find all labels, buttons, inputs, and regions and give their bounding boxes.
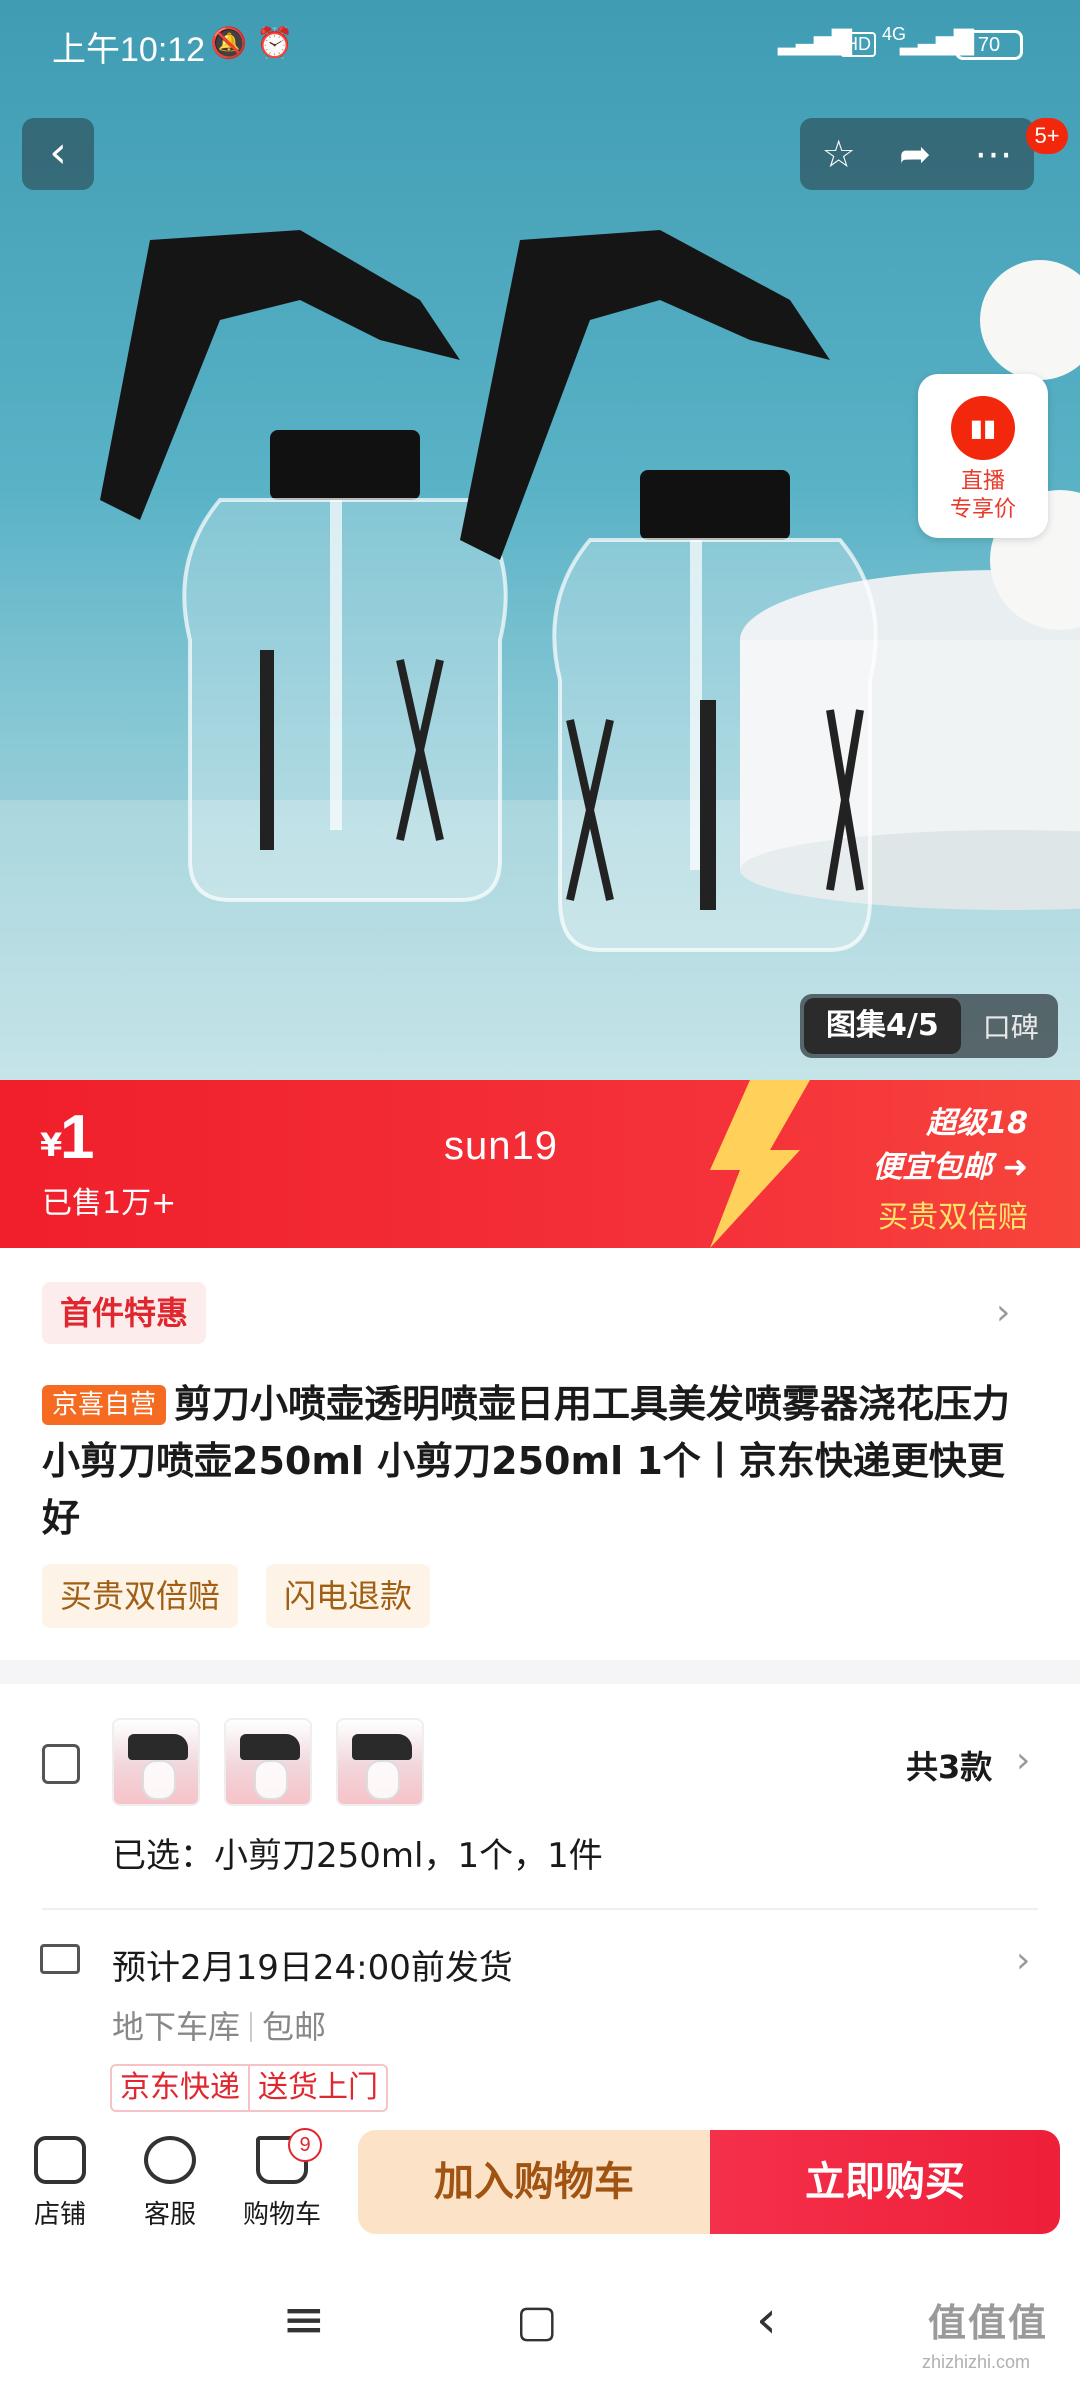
alarm-icon: ⏰ — [256, 26, 294, 61]
favorite-star-icon[interactable]: ☆ — [822, 132, 856, 176]
variant-thumbnail[interactable] — [336, 1718, 424, 1806]
hd-label: HD — [840, 32, 876, 57]
gallery-indicator[interactable]: 图集4/5 — [804, 998, 961, 1054]
delivery-tags: 京东快递 送货上门 — [110, 2064, 388, 2112]
divider — [42, 1908, 1038, 1910]
sold-count: 已售1万+ — [42, 1186, 177, 1221]
store-icon — [34, 2136, 86, 2184]
home-icon[interactable]: ▢ — [516, 2296, 558, 2347]
chat-smile-icon — [144, 2136, 196, 2184]
message-badge: 5+ — [1026, 118, 1068, 154]
back-button[interactable]: ‹ — [22, 118, 94, 190]
shipping-estimate[interactable]: 预计2月19日24:00前发货 — [112, 1940, 513, 1989]
variant-thumbnail[interactable] — [112, 1718, 200, 1806]
product-image-gallery[interactable]: 上午10:12 🔕 ⏰ ▂▃▅▇ HD 4G ▂▃▅▇ 70 ‹ ☆ ➦ ⋯ 5… — [0, 0, 1080, 1080]
jd-express-tag: 京东快递 — [120, 2070, 240, 2105]
cart-count-badge: 9 — [288, 2128, 322, 2162]
watermark-logo: 值值值 — [928, 2301, 1049, 2345]
customer-service-button[interactable]: 客服 — [120, 2136, 220, 2231]
live-label: 直播 — [960, 469, 1005, 494]
chevron-right-circle-icon: ➜ — [1002, 1150, 1028, 1185]
first-item-offer-badge[interactable]: 首件特惠 — [42, 1282, 207, 1344]
currency-symbol: ¥ — [40, 1126, 63, 1164]
product-title-text: 剪刀小喷壶透明喷壶日用工具美发喷雾器浇花压力小剪刀喷壶250ml 小剪刀250m… — [42, 1382, 1011, 1540]
live-price-label: 专享价 — [949, 497, 1016, 522]
service-tag-double-compensation[interactable]: 买贵双倍赔 — [42, 1564, 239, 1628]
header-actions: ☆ ➦ ⋯ — [800, 118, 1034, 190]
store-label: 店铺 — [33, 2200, 86, 2230]
customer-service-label: 客服 — [143, 2200, 196, 2230]
spray-bottle-left — [100, 230, 508, 902]
gallery-switcher: 图集4/5 口碑 — [800, 994, 1058, 1058]
variant-select-icon — [42, 1744, 80, 1784]
price-banner: ¥ 1 已售1万+ sun19 超级18 便宜包邮 ➜ 买贵双倍赔 — [0, 1080, 1080, 1248]
store-button[interactable]: 店铺 — [10, 2136, 110, 2231]
promo-block[interactable]: 超级18 便宜包邮 ➜ 买贵双倍赔 — [730, 1080, 1080, 1248]
status-time: 上午10:12 — [52, 31, 206, 69]
buy-now-button[interactable]: 立即购买 — [710, 2130, 1060, 2234]
warehouse-label: 地下车库 — [112, 2008, 241, 2046]
watermark-url: zhizhizhi.com — [922, 2352, 1031, 2372]
product-title: 京喜自营 剪刀小喷壶透明喷壶日用工具美发喷雾器浇花压力小剪刀喷壶250ml 小剪刀… — [42, 1376, 1042, 1547]
status-bar: 上午10:12 🔕 ⏰ ▂▃▅▇ HD 4G ▂▃▅▇ 70 — [0, 0, 1080, 90]
more-icon[interactable]: ⋯ — [974, 132, 1012, 176]
back-icon[interactable]: ‹ — [756, 2290, 777, 2350]
banner-center-text: sun19 — [444, 1124, 558, 1168]
spray-bottle-right — [460, 230, 878, 952]
chevron-right-icon[interactable]: › — [1016, 1940, 1030, 1981]
review-tab[interactable]: 口碑 — [983, 1006, 1039, 1046]
share-icon[interactable]: ➦ — [899, 132, 931, 176]
variant-thumbnail[interactable] — [224, 1718, 312, 1806]
service-tag-fast-refund[interactable]: 闪电退款 — [266, 1564, 431, 1628]
selected-variant[interactable]: 已选：小剪刀250ml，1个，1件 — [112, 1828, 603, 1877]
section-divider — [0, 1660, 1080, 1684]
chevron-right-icon[interactable]: › — [1016, 1740, 1030, 1781]
add-to-cart-button[interactable]: 加入购物车 — [358, 2130, 710, 2234]
mute-bell-icon: 🔕 — [210, 26, 248, 61]
free-shipping-label: 包邮 — [262, 2008, 327, 2046]
cart-button[interactable]: 9 购物车 — [232, 2128, 332, 2231]
price-value: 1 — [60, 1103, 95, 1172]
bottom-action-bar: 店铺 客服 9 购物车 加入购物车 立即购买 — [0, 2116, 1080, 2256]
live-price-card[interactable]: ▮▮ 直播 专享价 — [918, 374, 1048, 538]
cart-label: 购物车 — [242, 2200, 321, 2230]
home-delivery-tag: 送货上门 — [248, 2066, 386, 2110]
system-navigation-bar: ≡ ▢ ‹ — [0, 2256, 1080, 2400]
delivery-truck-icon — [40, 1944, 80, 1974]
promo-line-3: 买贵双倍赔 — [878, 1200, 1028, 1235]
menu-icon[interactable]: ≡ — [282, 2290, 326, 2350]
variant-count[interactable]: 共3款 — [906, 1742, 992, 1788]
chevron-left-icon: ‹ — [49, 127, 67, 178]
promo-line-1: 超级18 — [926, 1106, 1028, 1141]
battery-indicator: 70 — [955, 30, 1023, 60]
self-operated-tag: 京喜自营 — [42, 1385, 167, 1425]
promo-line-2: 便宜包邮 — [872, 1150, 993, 1185]
chevron-right-icon[interactable]: › — [996, 1292, 1010, 1333]
shipping-info: 地下车库 包邮 — [112, 2002, 326, 2048]
live-icon: ▮▮ — [951, 396, 1015, 460]
